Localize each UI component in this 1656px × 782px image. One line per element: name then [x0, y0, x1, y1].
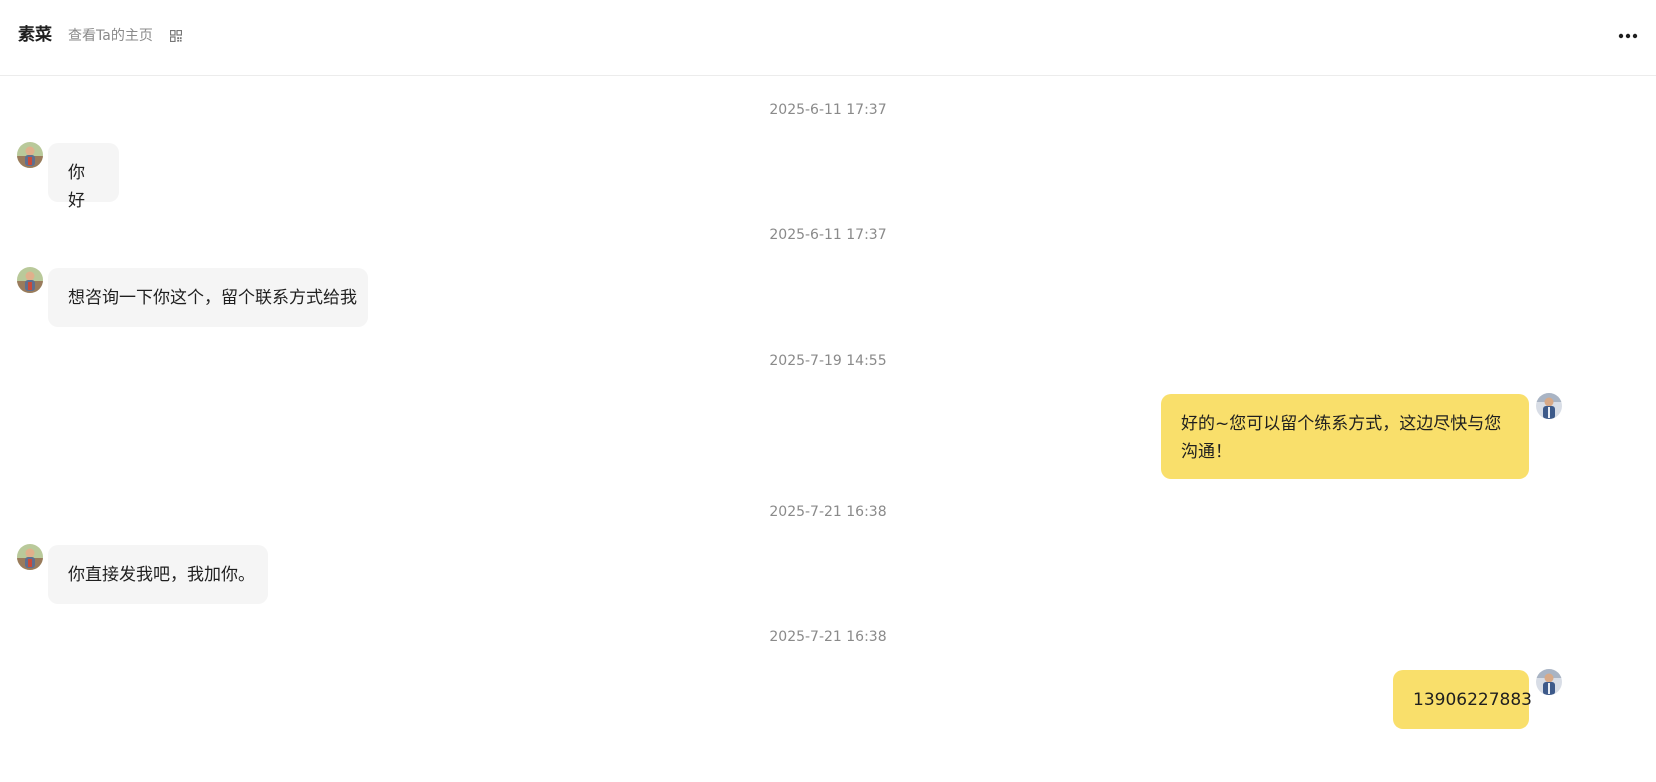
self-avatar[interactable] [1536, 669, 1562, 695]
message-timestamp: 2025-7-21 16:38 [769, 629, 887, 645]
message-bubble-outgoing[interactable]: 13906227883 [1393, 670, 1532, 729]
message-bubble-incoming[interactable]: 想咨询一下你这个，留个联系方式给我 [48, 268, 368, 327]
contact-avatar-image [17, 544, 43, 570]
more-options-icon[interactable] [1616, 24, 1640, 48]
qr-code-icon[interactable] [170, 30, 182, 42]
chat-header: 素菜 查看Ta的主页 [0, 0, 1656, 76]
contact-avatar[interactable] [17, 544, 43, 570]
contact-avatar-image [17, 142, 43, 168]
message-timestamp: 2025-7-21 16:38 [769, 504, 887, 520]
message-bubble-incoming[interactable]: 你好 [48, 143, 119, 211]
message-timestamp: 2025-6-11 17:37 [769, 102, 887, 118]
view-homepage-link[interactable]: 查看Ta的主页 [68, 26, 153, 46]
self-avatar[interactable] [1536, 393, 1562, 419]
self-avatar-image [1536, 393, 1562, 419]
contact-avatar[interactable] [17, 142, 43, 168]
message-bubble-outgoing[interactable]: 好的~您可以留个练系方式，这边尽快与您沟通！ [1161, 394, 1529, 479]
message-timestamp: 2025-6-11 17:37 [769, 227, 887, 243]
message-timestamp: 2025-7-19 14:55 [769, 353, 887, 369]
contact-name: 素菜 [18, 25, 52, 45]
message-list[interactable]: 2025-6-11 17:37 你好 2025-6-11 17:37 想咨询一下… [0, 76, 1656, 782]
contact-avatar[interactable] [17, 267, 43, 293]
message-bubble-incoming[interactable]: 你直接发我吧，我加你。 [48, 545, 268, 604]
contact-avatar-image [17, 267, 43, 293]
self-avatar-image [1536, 669, 1562, 695]
